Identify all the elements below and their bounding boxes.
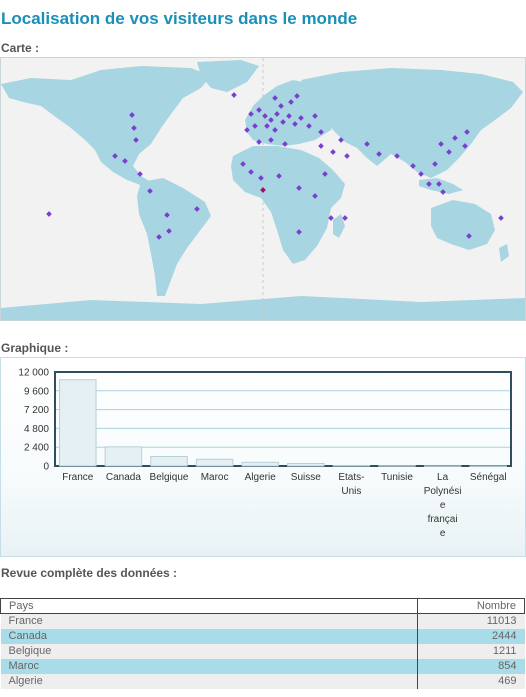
bar (195, 458, 234, 467)
bar (241, 461, 279, 467)
table-cell-count: 2444 (417, 629, 525, 644)
visitor-marker (318, 143, 324, 149)
x-tick-label: Tunisie (381, 472, 413, 483)
bar (287, 462, 325, 467)
data-section-label: Revue complète des données : (1, 566, 178, 580)
table-row: Algerie 469 (0, 674, 525, 689)
visitor-marker (46, 211, 52, 217)
y-tick-label: 4 800 (24, 424, 49, 435)
bar (423, 465, 462, 467)
bar (150, 456, 188, 467)
world-map[interactable] (0, 57, 526, 321)
y-tick-label: 9 600 (24, 386, 49, 397)
x-tick-label: Belgique (150, 472, 189, 483)
chart-section-label: Graphique : (1, 341, 69, 355)
table-row: France 11013 (0, 613, 525, 629)
map-section-label: Carte : (1, 41, 40, 55)
x-tick-label: Algerie (245, 472, 277, 483)
x-tick-label: Sénégal (470, 472, 507, 483)
bar (378, 465, 416, 467)
x-tick-label: Canada (106, 472, 141, 483)
bar (469, 465, 507, 467)
x-tick-label: Maroc (201, 472, 229, 483)
x-tick-label: La Polynési e françai e (424, 472, 462, 539)
bar-chart: 0 2 400 4 800 7 200 9 600 12 000 France Canada B… (0, 357, 526, 557)
continent-greenland (197, 60, 259, 92)
x-tick-label: Etats-Unis (338, 472, 364, 497)
visitor-marker (344, 153, 350, 159)
continent-australia (431, 200, 495, 250)
column-header-count[interactable]: Nombre (417, 598, 525, 614)
table-cell-country: Algerie (0, 674, 418, 689)
y-tick-label: 7 200 (24, 405, 49, 416)
bar-chart-canvas: 0 2 400 4 800 7 200 9 600 12 000 France Canada B… (18, 368, 512, 539)
bar (332, 465, 371, 467)
visitor-marker (330, 149, 336, 155)
y-tick-label: 0 (43, 462, 49, 473)
continent-north-america (1, 66, 211, 186)
y-tick-label: 12 000 (18, 368, 49, 379)
continent-asia (301, 68, 523, 178)
visitor-marker (498, 215, 504, 221)
table-row: Canada 2444 (0, 629, 525, 644)
table-row: Belgique 1211 (0, 644, 525, 659)
table-cell-count: 1211 (417, 644, 525, 659)
column-header-country[interactable]: Pays (0, 598, 418, 614)
table-header-row: Pays Nombre (0, 598, 525, 614)
table-cell-country: France (0, 613, 418, 629)
table-row: Maroc 854 (0, 659, 525, 674)
bar (59, 379, 97, 467)
table-cell-country: Maroc (0, 659, 418, 674)
table-cell-country: Canada (0, 629, 418, 644)
data-table: Pays Nombre France 11013 Canada 2444 Bel… (0, 598, 525, 689)
table-cell-country: Belgique (0, 644, 418, 659)
world-map-canvas[interactable] (1, 58, 525, 320)
x-tick-label: France (62, 472, 94, 483)
page-title: Localisation de vos visiteurs dans le mo… (1, 9, 358, 28)
bar (104, 446, 143, 467)
continent-africa (231, 146, 345, 264)
visitor-marker (231, 92, 237, 98)
continent-south-america (137, 178, 211, 296)
continent-new-zealand (499, 244, 509, 262)
table-cell-count: 11013 (417, 613, 525, 629)
x-tick-label: Suisse (291, 472, 321, 483)
y-tick-label: 2 400 (24, 443, 49, 454)
table-cell-count: 469 (417, 674, 525, 689)
visitor-marker (342, 215, 348, 221)
table-cell-count: 854 (417, 659, 525, 674)
